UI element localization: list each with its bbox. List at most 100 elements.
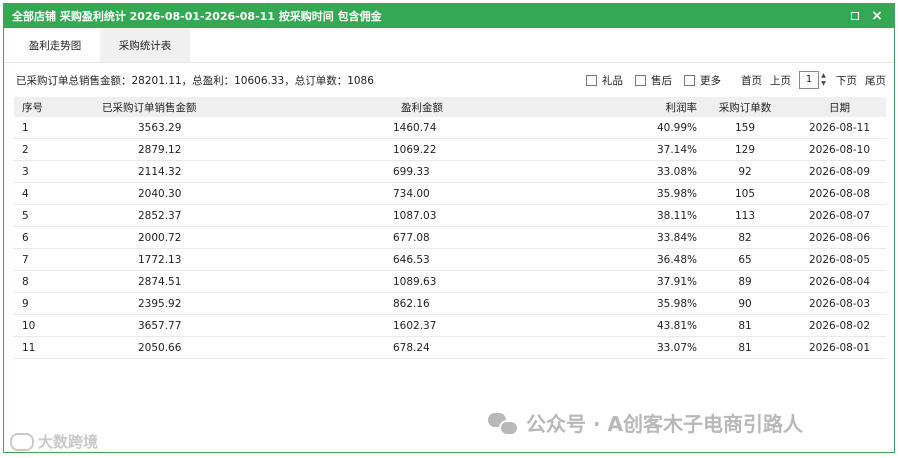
stats-window: 全部店铺 采购盈利统计 2026-08-01-2026-08-11 按采购时间 …	[3, 3, 895, 453]
table-row[interactable]: 8 2874.51 1089.63 37.91% 89 2026-08-04	[14, 270, 886, 293]
table-cell: 81	[697, 336, 793, 359]
table-cell: 36.48%	[597, 248, 697, 271]
table-cell: 90	[697, 292, 793, 315]
table-cell: 2026-08-01	[793, 336, 886, 359]
table-cell: 2114.32	[60, 160, 377, 183]
table-cell: 6	[14, 226, 60, 249]
maximize-button[interactable]	[844, 5, 866, 27]
table-cell: 2874.51	[60, 270, 377, 293]
table-cell: 1602.37	[377, 314, 597, 337]
filter-gift-checkbox[interactable]: 礼品	[586, 73, 623, 88]
table-cell: 2026-08-08	[793, 182, 886, 205]
spin-up-icon[interactable]: ▲	[821, 72, 826, 80]
table-row[interactable]: 7 1772.13 646.53 36.48% 65 2026-08-05	[14, 248, 886, 271]
checkbox-icon	[684, 74, 695, 86]
close-button[interactable]: ×	[866, 5, 888, 27]
table-cell: 33.07%	[597, 336, 697, 359]
table-row[interactable]: 3 2114.32 699.33 33.08% 92 2026-08-09	[14, 160, 886, 183]
table-cell: 9	[14, 292, 60, 315]
filter-more-checkbox[interactable]: 更多	[684, 73, 721, 88]
table-cell: 2026-08-05	[793, 248, 886, 271]
table-cell: 159	[697, 117, 793, 139]
spin-down-icon[interactable]: ▼	[821, 80, 826, 88]
table-cell: 699.33	[377, 160, 597, 183]
table-cell: 677.08	[377, 226, 597, 249]
table-cell: 35.98%	[597, 292, 697, 315]
table-cell: 129	[697, 138, 793, 161]
table-cell: 2040.30	[60, 182, 377, 205]
table-cell: 1772.13	[60, 248, 377, 271]
table-cell: 3657.77	[60, 314, 377, 337]
watermark-left-text: 大数跨境	[38, 433, 99, 451]
table-cell: 1087.03	[377, 204, 597, 227]
first-page-link[interactable]: 首页	[741, 73, 762, 88]
column-header[interactable]: 已采购订单销售金额	[60, 97, 377, 117]
table-cell: 37.91%	[597, 270, 697, 293]
table-cell: 2026-08-09	[793, 160, 886, 183]
table-cell: 5	[14, 204, 60, 227]
tab-purchase-stats[interactable]: 采购统计表	[100, 28, 190, 62]
table-cell: 2879.12	[60, 138, 377, 161]
table-row[interactable]: 10 3657.77 1602.37 43.81% 81 2026-08-02	[14, 314, 886, 337]
page-spinner[interactable]: ▲ ▼	[819, 71, 828, 89]
maximize-icon	[851, 12, 859, 20]
column-header[interactable]: 利润率	[597, 97, 698, 117]
filter-more-label: 更多	[700, 74, 721, 87]
table-cell: 113	[697, 204, 793, 227]
toolbar: 已采购订单总销售金额：28201.11，总盈利：10606.33，总订单数：10…	[4, 63, 894, 97]
table-cell: 35.98%	[597, 182, 697, 205]
table-cell: 2000.72	[60, 226, 377, 249]
table-cell: 862.16	[377, 292, 597, 315]
table-cell: 105	[697, 182, 793, 205]
table-body: 1 3563.29 1460.74 40.99% 159 2026-08-11 2 2879.…	[14, 117, 886, 359]
watermark-right: 公众号 · A创客木子电商引路人	[488, 408, 803, 437]
close-icon: ×	[871, 8, 883, 24]
table-header-row: 序号 已采购订单销售金额 盈利金额 利润率 采购订单数 日期	[14, 97, 886, 117]
table-cell: 92	[697, 160, 793, 183]
filter-aftersale-checkbox[interactable]: 售后	[635, 73, 672, 88]
table-row[interactable]: 1 3563.29 1460.74 40.99% 159 2026-08-11	[14, 117, 886, 139]
table-cell: 11	[14, 336, 60, 359]
table-cell: 4	[14, 182, 60, 205]
table-cell: 2	[14, 138, 60, 161]
table-row[interactable]: 11 2050.66 678.24 33.07% 81 2026-08-01	[14, 336, 886, 359]
table-cell: 40.99%	[597, 117, 697, 139]
prev-page-link[interactable]: 上页	[770, 73, 791, 88]
table-row[interactable]: 4 2040.30 734.00 35.98% 105 2026-08-08	[14, 182, 886, 205]
table-row[interactable]: 2 2879.12 1069.22 37.14% 129 2026-08-10	[14, 138, 886, 161]
purchase-stats-table: 序号 已采购订单销售金额 盈利金额 利润率 采购订单数 日期 1 3563.29 1…	[14, 97, 886, 359]
table-row[interactable]: 9 2395.92 862.16 35.98% 90 2026-08-03	[14, 292, 886, 315]
table-cell: 43.81%	[597, 314, 697, 337]
table-cell: 65	[697, 248, 793, 271]
column-header[interactable]: 盈利金额	[377, 97, 597, 117]
column-header[interactable]: 日期	[793, 97, 886, 117]
table-cell: 646.53	[377, 248, 597, 271]
page-number-stepper: 1 ▲ ▼	[799, 71, 828, 89]
table-cell: 38.11%	[597, 204, 697, 227]
watermark-left: 大数跨境	[10, 431, 98, 452]
table-cell: 82	[697, 226, 793, 249]
summary-text: 已采购订单总销售金额：28201.11，总盈利：10606.33，总订单数：10…	[16, 74, 374, 87]
filter-aftersale-label: 售后	[651, 74, 672, 87]
table-row[interactable]: 6 2000.72 677.08 33.84% 82 2026-08-06	[14, 226, 886, 249]
table-cell: 2026-08-02	[793, 314, 886, 337]
checkbox-icon	[586, 74, 597, 86]
checkbox-icon	[635, 74, 646, 86]
page-number-input[interactable]: 1	[799, 71, 819, 89]
column-header[interactable]: 采购订单数	[697, 97, 793, 117]
table-cell: 89	[697, 270, 793, 293]
watermark-right-text: 公众号 · A创客木子电商引路人	[526, 412, 804, 436]
table-cell: 1069.22	[377, 138, 597, 161]
window-controls: ×	[844, 4, 888, 28]
table-cell: 3	[14, 160, 60, 183]
table-cell: 2026-08-11	[793, 117, 886, 139]
table-cell: 81	[697, 314, 793, 337]
window-title: 全部店铺 采购盈利统计 2026-08-01-2026-08-11 按采购时间 …	[12, 10, 382, 23]
table-row[interactable]: 5 2852.37 1087.03 38.11% 113 2026-08-07	[14, 204, 886, 227]
table-cell: 2852.37	[60, 204, 377, 227]
tab-profit-trend[interactable]: 盈利走势图	[10, 28, 100, 62]
table-cell: 33.84%	[597, 226, 697, 249]
last-page-link[interactable]: 尾页	[865, 73, 886, 88]
column-header[interactable]: 序号	[14, 97, 60, 117]
next-page-link[interactable]: 下页	[836, 73, 857, 88]
